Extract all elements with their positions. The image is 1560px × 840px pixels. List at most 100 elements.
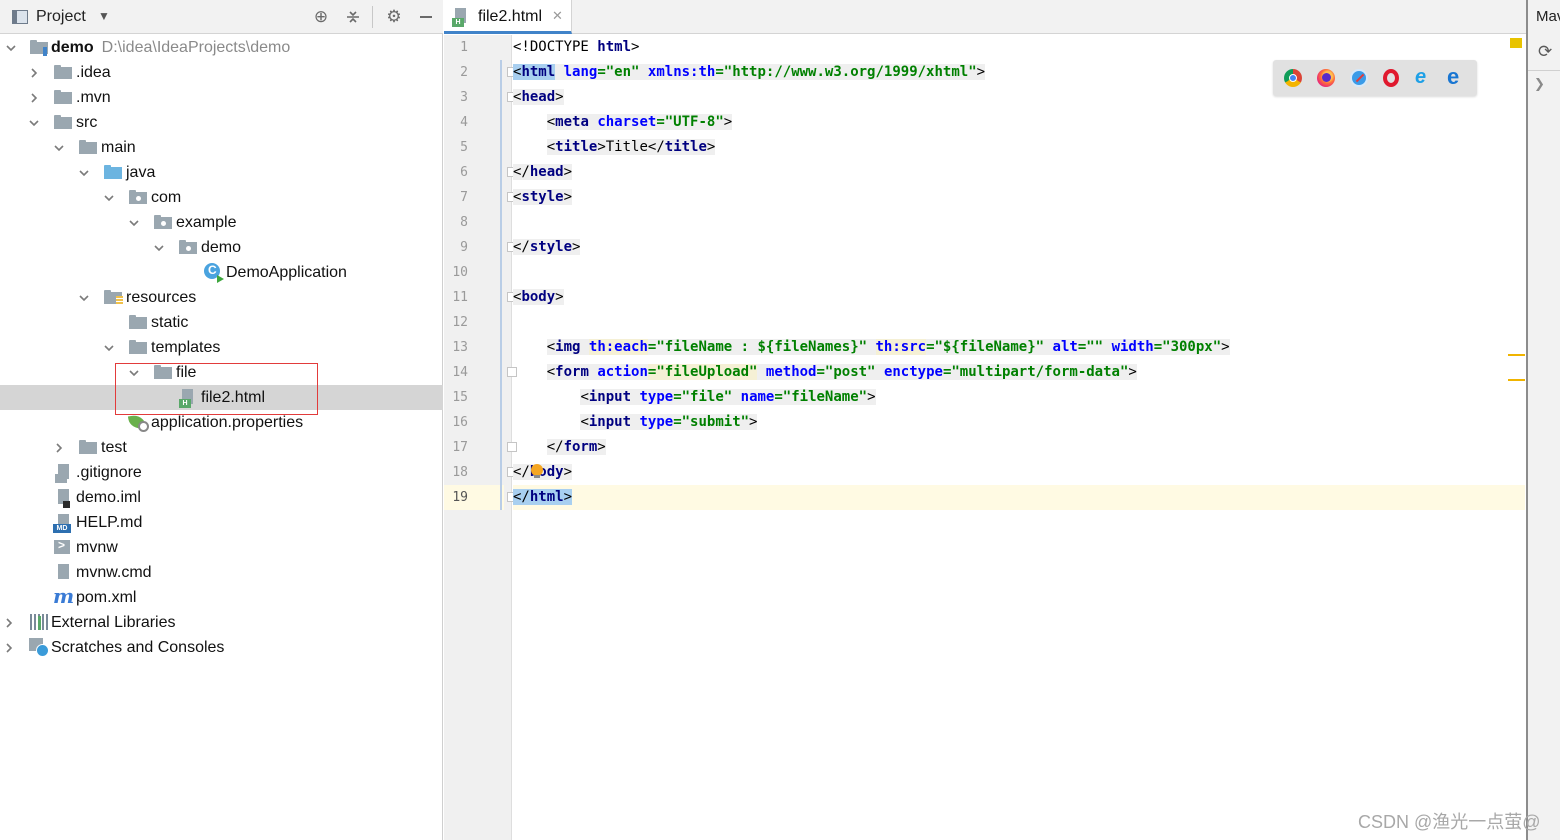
firefox-icon[interactable] [1317,69,1335,87]
current-line-highlight [513,485,1525,510]
minimize-icon[interactable] [415,6,437,28]
chevron-down-icon[interactable] [4,41,18,55]
chevron-right-icon[interactable] [2,641,16,655]
collapse-all-icon[interactable] [342,6,364,28]
close-icon[interactable]: ✕ [552,8,563,24]
error-stripe-marker[interactable] [1508,379,1525,381]
tree-item-scratches[interactable]: Scratches and Consoles [0,635,443,660]
project-view-icon [12,10,28,24]
tree-item-mvn[interactable]: .mvn [0,85,443,110]
code-line[interactable]: <meta charset="UTF-8"> [513,110,733,135]
error-stripe-marker[interactable] [1508,354,1525,356]
chevron-down-icon[interactable] [27,116,41,130]
code-line[interactable]: <body> [513,285,564,310]
maven-panel-title[interactable]: Mav [1536,8,1560,25]
tree-item-mvnw[interactable]: mvnw [0,535,443,560]
project-panel-header: Project ▼ ⊕ ⚙ [0,0,443,34]
tree-item-demo-iml[interactable]: demo.iml [0,485,443,510]
chevron-down-icon[interactable] [52,141,66,155]
gear-icon[interactable]: ⚙ [383,6,405,28]
chevron-down-icon[interactable] [102,191,116,205]
tree-item-demoapplication[interactable]: DemoApplication [0,260,443,285]
code-line[interactable]: <style> [513,185,573,210]
code-line[interactable]: <head> [513,85,564,110]
folder-icon [154,365,172,379]
line-number: 12 [452,315,468,330]
tree-item-example[interactable]: example [0,210,443,235]
package-icon [179,240,197,254]
code-line[interactable]: <input type="submit"> [513,410,758,435]
tree-item-demo-root[interactable]: demo D:\idea\IdeaProjects\demo [0,35,443,60]
module-folder-icon [30,40,48,56]
chevron-right-icon[interactable] [2,616,16,630]
tree-item-com[interactable]: com [0,185,443,210]
tab-file2-html[interactable]: H file2.html ✕ [444,0,572,34]
line-number: 18 [452,465,468,480]
chevron-down-icon[interactable] [127,366,141,380]
code-line[interactable]: <form action="fileUpload" method="post" … [513,360,1137,385]
code-line[interactable]: </form> [513,435,606,460]
code-line[interactable]: <!DOCTYPE html> [513,35,639,60]
chevron-down-icon[interactable] [77,291,91,305]
code-line[interactable]: <input type="file" name="fileName"> [513,385,876,410]
line-number: 9 [460,240,468,255]
folder-icon [54,90,72,104]
tree-item-label: Scratches and Consoles [51,638,225,656]
chevron-right-icon[interactable]: ❯ [1534,76,1545,92]
code-editor[interactable]: <!DOCTYPE html> <html lang="en" xmlns:th… [513,35,1525,840]
safari-icon[interactable] [1350,69,1368,87]
tree-item-application-properties[interactable]: application.properties [0,410,443,435]
tree-item-label: example [176,213,237,231]
code-line[interactable]: <title>Title</title> [513,135,716,160]
tree-item-label: demo D:\idea\IdeaProjects\demo [51,38,291,56]
package-icon [154,215,172,229]
tree-item-file2-html[interactable]: H file2.html [0,385,443,410]
tree-item-gitignore[interactable]: .gitignore [0,460,443,485]
intention-bulb-icon[interactable] [530,463,544,479]
tree-item-resources[interactable]: resources [0,285,443,310]
code-line[interactable]: <html lang="en" xmlns:th="http://www.w3.… [513,60,986,85]
tree-item-demo-package[interactable]: demo [0,235,443,260]
edge-icon[interactable]: e [1447,66,1465,88]
line-number: 15 [452,390,468,405]
code-line[interactable]: </head> [513,160,573,185]
editor-tab-bar: H file2.html ✕ [444,0,1526,34]
locate-file-icon[interactable]: ⊕ [310,6,332,28]
tree-item-help-md[interactable]: MD HELP.md [0,510,443,535]
project-view-selector[interactable]: Project [36,8,86,26]
code-line[interactable]: </html> [513,485,573,510]
tree-item-static[interactable]: static [0,310,443,335]
line-number: 13 [452,340,468,355]
code-line[interactable]: <img th:each="fileName : ${fileNames}" t… [513,335,1230,360]
chevron-down-icon[interactable]: ▼ [98,9,110,23]
tree-item-external-libraries[interactable]: External Libraries [0,610,443,635]
line-number: 4 [460,115,468,130]
inspection-warning-icon[interactable] [1510,38,1522,48]
tree-item-file-folder[interactable]: file [0,360,443,385]
code-line[interactable]: </style> [513,235,581,260]
tree-item-label: .mvn [76,88,111,106]
tree-item-mvnw-cmd[interactable]: mvnw.cmd [0,560,443,585]
chevron-down-icon[interactable] [77,166,91,180]
tree-item-templates[interactable]: templates [0,335,443,360]
opera-icon[interactable] [1383,69,1399,87]
spring-properties-icon [129,415,149,432]
tree-item-src[interactable]: src [0,110,443,135]
chevron-right-icon[interactable] [27,66,41,80]
tree-item-label: DemoApplication [226,263,347,281]
tree-item-java[interactable]: java [0,160,443,185]
tree-item-pom-xml[interactable]: m pom.xml [0,585,443,610]
chevron-down-icon[interactable] [102,341,116,355]
chevron-down-icon[interactable] [152,241,166,255]
tree-item-test[interactable]: test [0,435,443,460]
tree-item-idea[interactable]: .idea [0,60,443,85]
chevron-right-icon[interactable] [27,91,41,105]
internet-explorer-icon[interactable]: e [1415,67,1433,87]
refresh-icon[interactable]: ⟳ [1538,42,1552,62]
tree-item-main[interactable]: main [0,135,443,160]
line-number-current: 19 [444,485,504,510]
chrome-icon[interactable] [1284,69,1302,87]
tree-item-label: test [101,438,127,456]
chevron-right-icon[interactable] [52,441,66,455]
chevron-down-icon[interactable] [127,216,141,230]
